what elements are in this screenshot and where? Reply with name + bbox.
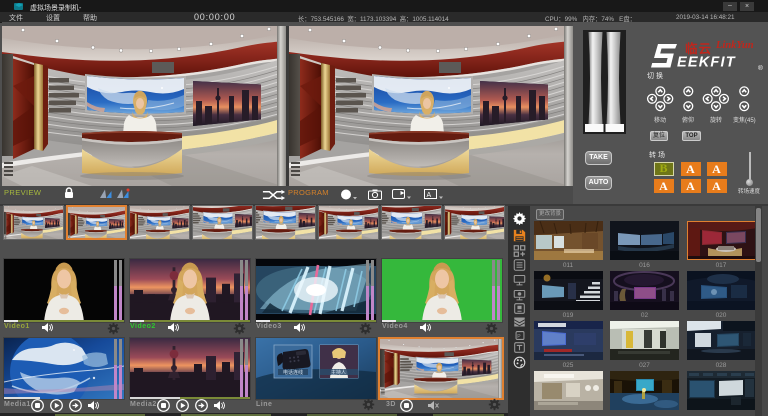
svg-text:®: ® — [758, 64, 763, 71]
svg-text:EEKFIT: EEKFIT — [677, 55, 736, 71]
svg-text:A: A — [427, 192, 432, 199]
svg-text:主持人: 主持人 — [331, 369, 346, 376]
svg-text:P: P — [517, 334, 521, 340]
svg-text:电话连线: 电话连线 — [283, 369, 303, 376]
